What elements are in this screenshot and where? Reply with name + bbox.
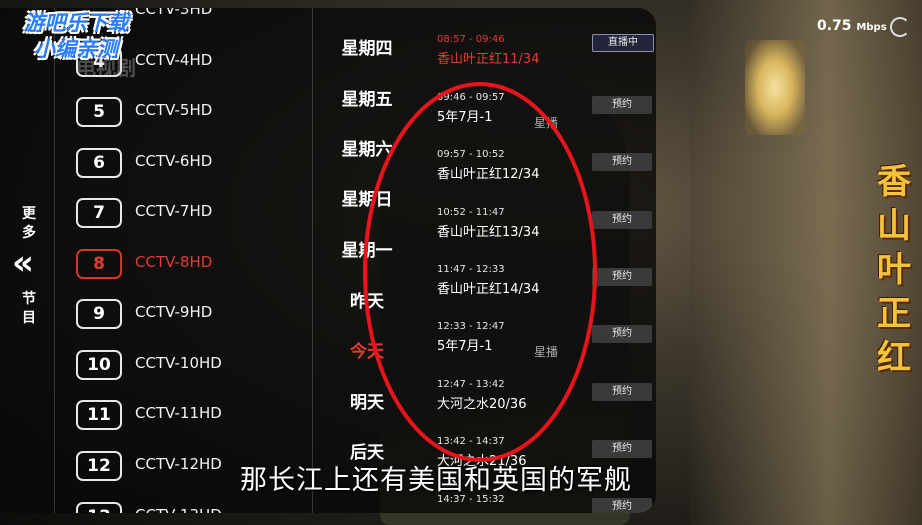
program-item[interactable]: 08:57 - 09:46 香山叶正红11/34 直播中 — [437, 34, 654, 67]
channel-item[interactable]: 11 CCTV-11HD — [76, 400, 306, 430]
background-caption: 电视剧 — [76, 56, 136, 80]
channel-name: CCTV-13HD — [135, 506, 222, 513]
channel-item[interactable]: 13 CCTV-13HD — [76, 502, 306, 513]
channel-number: 9 — [76, 299, 122, 329]
more-label-char: 更 — [22, 206, 36, 222]
program-item[interactable]: 09:46 - 09:57 5年7月-1 预约 星播 — [437, 92, 652, 130]
watermark-line: 游吧乐下载 — [23, 11, 129, 35]
day-list: 星期四 星期五 星期六 星期日 星期一 昨天 今天 明天 后天 — [312, 8, 422, 513]
channel-name: CCTV-3HD — [135, 8, 213, 18]
channel-number: 7 — [76, 198, 122, 228]
day-tab[interactable]: 昨天 — [312, 287, 422, 312]
program-extra-text: 星播 — [534, 345, 559, 359]
reserve-button[interactable]: 预约 — [592, 325, 652, 343]
channel-name: CCTV-5HD — [135, 101, 213, 119]
day-tab[interactable]: 星期一 — [312, 236, 422, 261]
channel-name: CCTV-4HD — [135, 51, 213, 69]
program-item[interactable]: 11:47 - 12:33 香山叶正红14/34 预约 — [437, 264, 652, 297]
network-speed: 0.75 Mbps — [817, 18, 887, 34]
channel-item[interactable]: 9 CCTV-9HD — [76, 299, 306, 329]
more-label-char: 目 — [22, 310, 36, 326]
day-tab[interactable]: 今天 — [312, 337, 422, 362]
channel-number: 11 — [76, 400, 122, 430]
channel-name: CCTV-12HD — [135, 455, 222, 473]
reserve-button[interactable]: 预约 — [592, 383, 652, 401]
reserve-button[interactable]: 预约 — [592, 153, 652, 171]
program-item[interactable]: 12:33 - 12:47 5年7月-1 预约 星播 — [437, 321, 652, 359]
speed-value: 0.75 — [817, 18, 852, 34]
channel-number: 13 — [76, 502, 122, 513]
title-char: 正 — [877, 294, 911, 334]
double-chevron-left-icon[interactable]: « — [12, 246, 34, 280]
channel-number: 5 — [76, 97, 122, 127]
more-label-char: 多 — [22, 225, 36, 241]
title-char: 红 — [877, 338, 911, 378]
more-label-char: 节 — [22, 291, 36, 307]
channel-number: 6 — [76, 148, 122, 178]
channel-list: CCTV-3HD 4 CCTV-4HD 5 CCTV-5HD 6 CCTV-6HD 7 CCT… — [54, 8, 313, 513]
channel-number: 8 — [76, 249, 122, 279]
program-item[interactable]: 12:47 - 13:42 大河之水20/36 预约 — [437, 379, 652, 412]
loading-spinner-icon — [890, 17, 910, 37]
program-list: 08:57 - 09:46 香山叶正红11/34 直播中 09:46 - 09:57 5… — [422, 8, 656, 513]
live-now-button[interactable]: 直播中 — [592, 34, 654, 52]
video-subtitle: 那长江上还有美国和英国的军舰 — [240, 465, 632, 496]
day-tab[interactable]: 星期日 — [312, 185, 422, 210]
channel-name: CCTV-10HD — [135, 354, 222, 372]
program-item[interactable]: 10:52 - 11:47 香山叶正红13/34 预约 — [437, 207, 652, 240]
day-tab[interactable]: 星期五 — [312, 85, 422, 110]
title-char: 山 — [877, 206, 911, 246]
channel-name: CCTV-9HD — [135, 303, 213, 321]
more-programs-tab[interactable]: 更 多 « 节 目 — [0, 8, 55, 513]
channel-item[interactable]: 10 CCTV-10HD — [76, 350, 306, 380]
program-item[interactable]: 09:57 - 10:52 香山叶正红12/34 预约 — [437, 149, 652, 182]
speed-unit: Mbps — [856, 22, 887, 33]
channel-number: 10 — [76, 350, 122, 380]
reserve-button[interactable]: 预约 — [592, 268, 652, 286]
channel-name: CCTV-6HD — [135, 152, 213, 170]
day-tab[interactable]: 星期四 — [312, 34, 422, 59]
epg-panel: 更 多 « 节 目 CCTV-3HD 4 CCTV-4HD 5 CCTV-5HD 6 CC… — [0, 8, 656, 513]
channel-item[interactable]: 6 CCTV-6HD — [76, 148, 306, 178]
lamp — [745, 40, 805, 135]
channel-item[interactable]: 7 CCTV-7HD — [76, 198, 306, 228]
channel-number: 12 — [76, 451, 122, 481]
channel-item[interactable]: 8 CCTV-8HD — [76, 249, 306, 279]
reserve-button[interactable]: 预约 — [592, 211, 652, 229]
day-tab[interactable]: 明天 — [312, 388, 422, 413]
program-extra-text: 星播 — [534, 116, 559, 130]
channel-name: CCTV-7HD — [135, 202, 213, 220]
channel-name: CCTV-11HD — [135, 404, 222, 422]
reserve-button[interactable]: 预约 — [592, 96, 652, 114]
reserve-button[interactable]: 预约 — [592, 498, 652, 513]
reserve-button[interactable]: 预约 — [592, 440, 652, 458]
title-char: 叶 — [877, 250, 911, 290]
channel-item[interactable]: 5 CCTV-5HD — [76, 97, 306, 127]
channel-name: CCTV-8HD — [135, 253, 213, 271]
day-tab[interactable]: 星期六 — [312, 135, 422, 160]
title-char: 香 — [877, 162, 911, 202]
show-title-vertical: 香山叶正红 — [872, 160, 916, 380]
